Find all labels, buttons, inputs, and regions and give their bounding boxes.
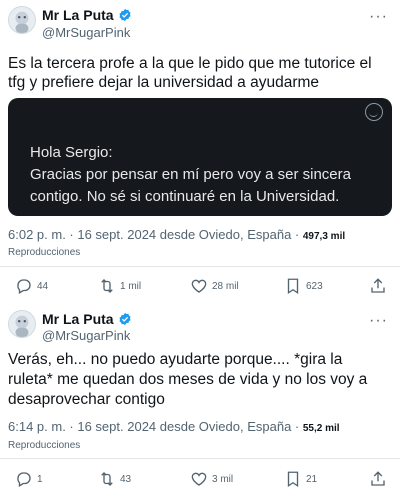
reply-button[interactable]: 44: [15, 277, 48, 295]
bookmark-button[interactable]: 623: [284, 277, 323, 295]
reply-button[interactable]: 1: [15, 470, 43, 488]
like-button[interactable]: 3 mil: [190, 470, 233, 488]
handle[interactable]: @MrSugarPink: [42, 25, 130, 40]
action-bar: 44 1 mil 28 mil 623: [0, 277, 400, 299]
heart-icon: [191, 472, 207, 486]
repost-button[interactable]: 1 mil: [98, 277, 141, 295]
avatar[interactable]: [8, 310, 36, 338]
divider: [0, 458, 400, 459]
view-count: 55,2 mil: [302, 423, 340, 434]
more-options-icon[interactable]: ···: [369, 312, 388, 330]
timestamp[interactable]: 6:02 p. m. · 16 sept. 2024 desde Oviedo,…: [8, 227, 299, 242]
display-name[interactable]: Mr La Puta: [42, 7, 114, 23]
repost-button[interactable]: 43: [98, 470, 131, 488]
more-options-icon[interactable]: ···: [369, 8, 388, 26]
timestamp[interactable]: 6:14 p. m. · 16 sept. 2024 desde Oviedo,…: [8, 419, 299, 434]
views-label: Reproducciones: [8, 440, 81, 451]
reply-icon: [17, 279, 31, 294]
share-icon: [371, 278, 385, 293]
author-row: Mr La Puta: [42, 311, 132, 327]
avatar[interactable]: [8, 6, 36, 34]
share-button[interactable]: [369, 470, 387, 488]
share-icon: [371, 471, 385, 486]
repost-icon: [101, 279, 113, 293]
share-button[interactable]: [369, 277, 387, 295]
tweet-2: Mr La Puta @MrSugarPink ··· Verás, eh...…: [0, 302, 400, 500]
tweet-meta: 6:02 p. m. · 16 sept. 2024 desde Oviedo,…: [8, 227, 390, 242]
display-name[interactable]: Mr La Puta: [42, 311, 114, 327]
media-body: Gracias por pensar en mí pero voy a ser …: [30, 166, 351, 205]
repost-icon: [101, 472, 113, 486]
bookmark-icon: [287, 278, 299, 295]
media-cut-text: .... . ........ .. ... ....... ...... . …: [30, 212, 372, 216]
tweet-meta: 6:14 p. m. · 16 sept. 2024 desde Oviedo,…: [8, 419, 390, 434]
heart-icon: [191, 279, 207, 293]
reply-icon: [17, 472, 31, 487]
bookmark-count: 623: [306, 280, 323, 292]
repost-count: 1 mil: [120, 280, 142, 292]
smile-icon: [365, 103, 383, 121]
divider: [0, 266, 400, 267]
action-bar: 1 43 3 mil 21: [0, 470, 400, 492]
handle[interactable]: @MrSugarPink: [42, 328, 130, 343]
bookmark-count: 21: [306, 473, 318, 485]
media-greeting: Hola Sergio:: [30, 144, 113, 161]
author-row: Mr La Puta: [42, 7, 132, 23]
like-count: 28 mil: [212, 280, 239, 292]
verified-badge-icon: [119, 8, 131, 22]
like-button[interactable]: 28 mil: [190, 277, 239, 295]
reply-count: 44: [37, 280, 49, 292]
media-text: Hola Sergio: Gracias por pensar en mí pe…: [30, 142, 372, 208]
views-label: Reproducciones: [8, 247, 81, 258]
bookmark-button[interactable]: 21: [284, 470, 317, 488]
verified-badge-icon: [119, 312, 131, 326]
bookmark-icon: [287, 471, 299, 488]
media-image[interactable]: Hola Sergio: Gracias por pensar en mí pe…: [8, 98, 392, 216]
tweet-text: Verás, eh... no puedo ayudarte porque...…: [8, 351, 368, 408]
view-count: 497,3 mil: [302, 231, 346, 242]
like-count: 3 mil: [212, 473, 234, 485]
tweet-1: Mr La Puta @MrSugarPink ··· Es la tercer…: [0, 0, 400, 302]
repost-count: 43: [120, 473, 132, 485]
reply-count: 1: [37, 473, 43, 485]
tweet-text: Es la tercera profe a la que le pido que…: [8, 55, 372, 91]
